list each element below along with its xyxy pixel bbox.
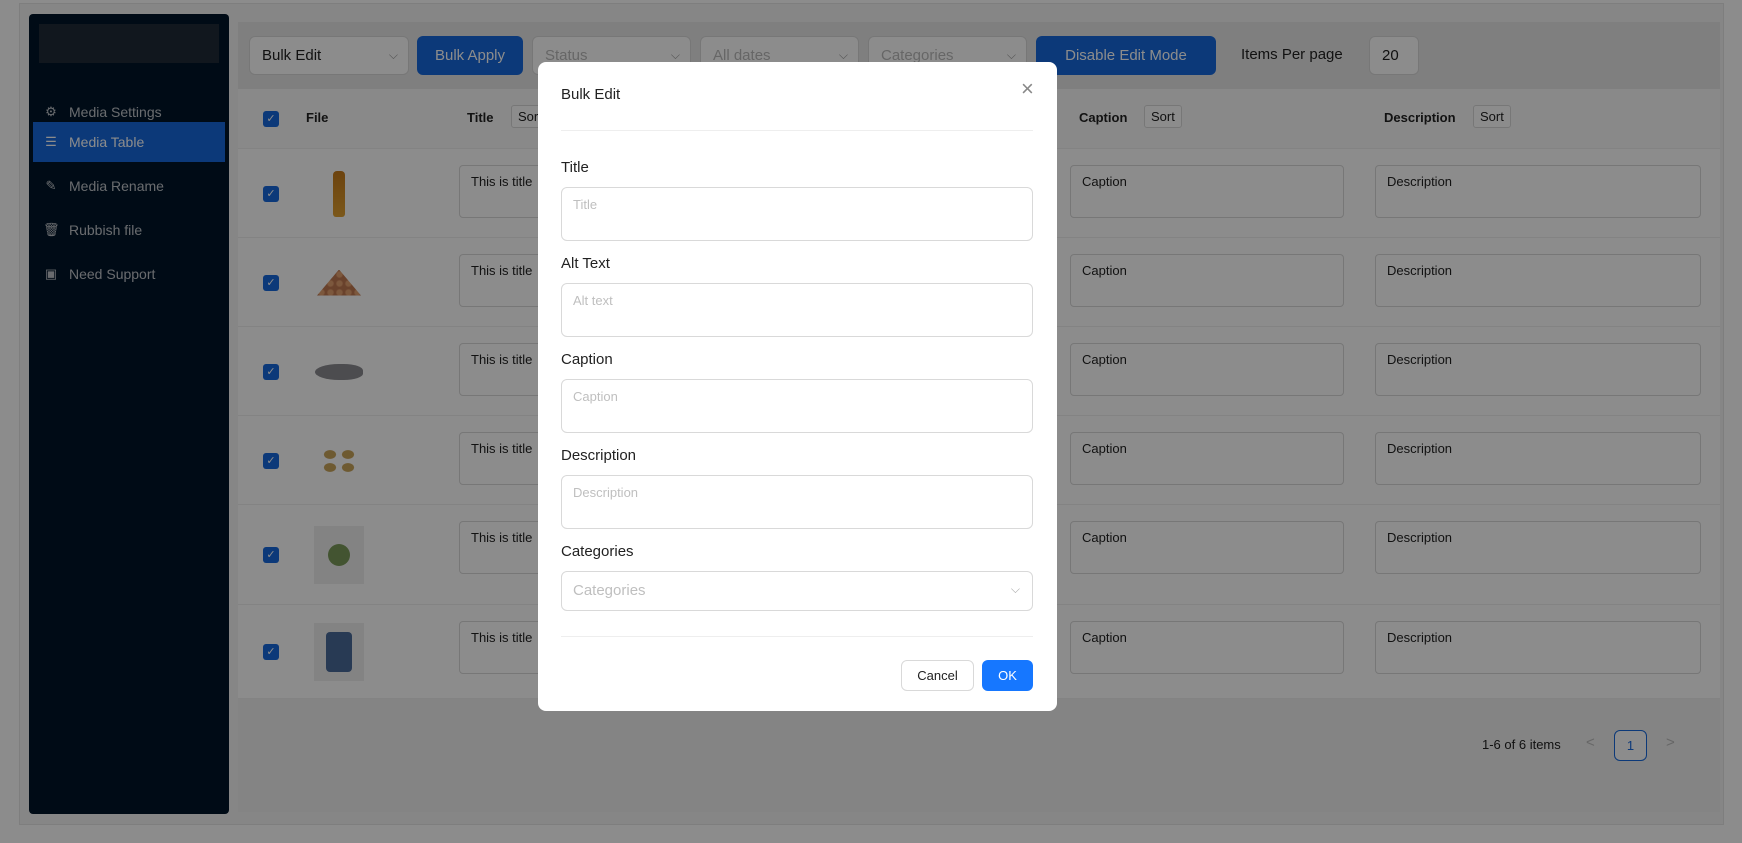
- description-textarea[interactable]: Description: [561, 475, 1033, 529]
- close-icon[interactable]: ×: [1021, 76, 1034, 102]
- alt-text-textarea[interactable]: Alt text: [561, 283, 1033, 337]
- description-label: Description: [561, 447, 637, 464]
- footer-divider: [561, 636, 1033, 637]
- bulk-edit-modal: Bulk Edit × Title Title Alt Text Alt tex…: [538, 62, 1057, 711]
- title-textarea[interactable]: Title: [561, 187, 1033, 241]
- header-divider: [561, 130, 1033, 131]
- alt-text-label: Alt Text: [561, 255, 610, 272]
- categories-placeholder: Categories: [573, 582, 646, 599]
- modal-title: Bulk Edit: [561, 86, 621, 103]
- categories-label: Categories: [561, 543, 634, 560]
- cancel-button[interactable]: Cancel: [901, 660, 974, 691]
- title-label: Title: [561, 159, 589, 176]
- ok-button[interactable]: OK: [982, 660, 1033, 691]
- chevron-down-icon: ⌵: [1010, 582, 1020, 596]
- caption-textarea[interactable]: Caption: [561, 379, 1033, 433]
- categories-select[interactable]: Categories ⌵: [561, 571, 1033, 611]
- caption-label: Caption: [561, 351, 613, 368]
